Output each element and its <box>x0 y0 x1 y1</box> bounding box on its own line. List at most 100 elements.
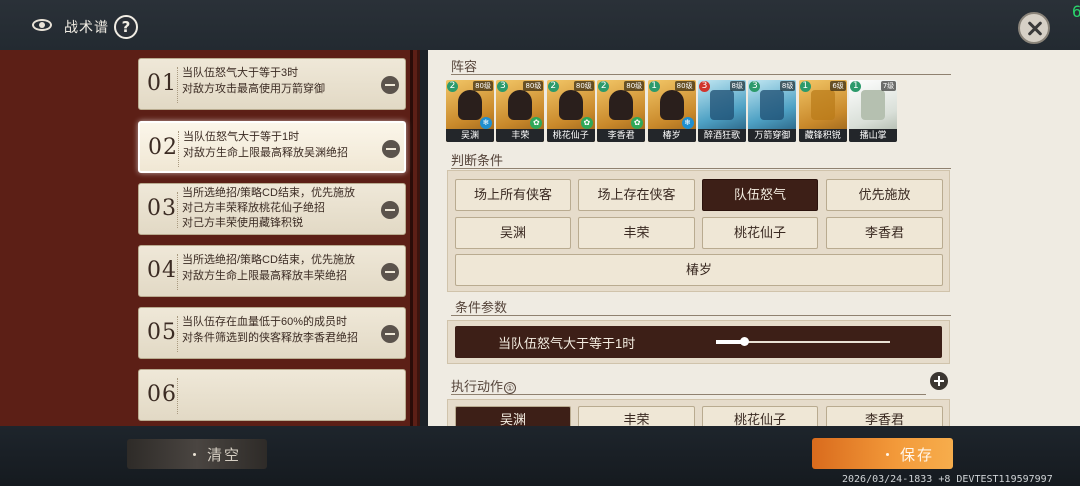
slot-divider <box>177 254 178 290</box>
star-rank-badge: 3 <box>749 81 761 92</box>
decorative-dot <box>193 453 196 456</box>
params-label: 条件参数 <box>455 300 508 315</box>
actions-label-text: 执行动作 <box>451 379 504 394</box>
frost-element-icon: ❄ <box>681 117 694 129</box>
section-divider <box>451 315 951 316</box>
close-icon[interactable] <box>1018 12 1050 44</box>
slot-number: 06 <box>147 382 177 407</box>
character-name: 丰荣 <box>496 129 545 142</box>
condition-option-hero[interactable]: 丰荣 <box>578 217 695 249</box>
eye-icon[interactable] <box>32 19 52 31</box>
slot-description: 当所选绝招/策略CD结束，优先施放 对敌方生命上限最高释放丰荣绝招 <box>182 252 372 284</box>
clear-button-label: 清空 <box>207 447 242 464</box>
condition-option-hero[interactable]: 椿岁 <box>455 254 943 286</box>
action-option-hero[interactable]: 李香君 <box>826 406 943 426</box>
section-divider <box>451 394 926 395</box>
lineup-card[interactable]: 1 6级 藏锋积锐 <box>798 80 847 142</box>
page-title: 战术谱 <box>64 19 109 35</box>
param-value-text: 当队伍怒气大于等于1时 <box>498 336 636 351</box>
action-option-hero[interactable]: 吴渊 <box>455 406 571 426</box>
save-button-label: 保存 <box>900 447 935 464</box>
clear-button[interactable] <box>127 439 267 469</box>
slot-number: 01 <box>147 71 177 96</box>
character-portrait <box>558 90 583 120</box>
build-info: 2026/03/24-1833 +8 DEVTEST119597997 <box>842 474 1053 485</box>
action-option-hero[interactable]: 丰荣 <box>578 406 695 426</box>
lineup-card[interactable]: 2 80级 ❄ 吴渊 <box>446 80 494 142</box>
header: 战术谱 ? 6 <box>0 0 1080 50</box>
actions-label: 执行动作 ① <box>451 376 517 395</box>
lineup-card[interactable]: 3 80级 ✿ 丰荣 <box>496 80 545 142</box>
remove-icon[interactable] <box>381 201 399 219</box>
character-portrait <box>659 90 684 120</box>
remove-icon[interactable] <box>381 76 399 94</box>
character-name: 万箭穿御 <box>748 129 797 142</box>
rage-slider-handle[interactable] <box>739 337 749 346</box>
slot-description: 当队伍存在血量低于60%的成员时 对条件筛选到的侠客释放李香君绝招 <box>182 314 372 346</box>
condition-option-hero[interactable]: 桃花仙子 <box>702 217 818 249</box>
character-portrait <box>810 90 835 120</box>
slot-description: 当队伍怒气大于等于3时 对敌方攻击最高使用万箭穿御 <box>182 65 372 97</box>
lineup-card[interactable]: 3 8级 醉酒狂歌 <box>698 80 746 142</box>
star-rank-badge: 2 <box>547 81 559 92</box>
conditions-label: 判断条件 <box>451 153 504 168</box>
character-portrait <box>760 90 785 120</box>
slot-divider <box>177 192 178 228</box>
character-name: 吴渊 <box>446 129 494 142</box>
remove-icon[interactable] <box>382 140 400 158</box>
tactic-slot-04[interactable]: 04 当所选绝招/策略CD结束，优先施放 对敌方生命上限最高释放丰荣绝招 <box>138 245 406 297</box>
star-rank-badge: 1 <box>648 81 660 92</box>
lineup-card[interactable]: 1 80级 ❄ 椿岁 <box>647 80 696 142</box>
level-label: 8级 <box>729 81 745 91</box>
section-divider <box>451 168 951 169</box>
heal-element-icon: ✿ <box>530 117 543 129</box>
character-portrait <box>710 90 734 120</box>
tactic-slot-06[interactable]: 06 <box>138 369 406 421</box>
slot-number: 03 <box>147 196 177 221</box>
character-portrait <box>458 90 482 120</box>
condition-option-team-rage[interactable]: 队伍怒气 <box>702 179 818 211</box>
level-label: 80级 <box>573 81 594 91</box>
condition-option-any-hero[interactable]: 场上存在侠客 <box>578 179 695 211</box>
slot-number: 02 <box>148 135 178 160</box>
info-icon[interactable]: ① <box>504 381 517 394</box>
slot-divider <box>177 67 178 103</box>
slot-line: 当所选绝招/策略CD结束，优先施放 <box>182 187 355 199</box>
lineup-card[interactable]: 1 7级 播山掌 <box>849 80 898 142</box>
condition-option-hero[interactable]: 吴渊 <box>455 217 571 249</box>
slot-divider <box>177 378 178 414</box>
star-rank-badge: 3 <box>497 81 509 92</box>
slot-line: 对敌方攻击最高使用万箭穿御 <box>182 83 325 95</box>
character-name: 播山掌 <box>849 129 898 142</box>
character-name: 桃花仙子 <box>546 129 595 142</box>
lineup-card[interactable]: 2 80级 ✿ 李香君 <box>597 80 646 142</box>
condition-option-hero[interactable]: 李香君 <box>826 217 943 249</box>
tactic-slot-01[interactable]: 01 当队伍怒气大于等于3时 对敌方攻击最高使用万箭穿御 <box>138 58 406 110</box>
condition-option-all-heroes[interactable]: 场上所有侠客 <box>455 179 571 211</box>
lineup-card[interactable]: 3 8级 万箭穿御 <box>748 80 797 142</box>
remove-icon[interactable] <box>381 263 399 281</box>
slot-line: 对条件筛选到的侠客释放李香君绝招 <box>182 332 358 344</box>
level-label: 6级 <box>830 81 846 91</box>
remove-icon[interactable] <box>381 325 399 343</box>
slot-line: 当所选绝招/策略CD结束，优先施放 <box>182 254 355 266</box>
star-rank-badge: 3 <box>699 81 710 92</box>
character-name: 椿岁 <box>647 129 696 142</box>
tactic-slot-05[interactable]: 05 当队伍存在血量低于60%的成员时 对条件筛选到的侠客释放李香君绝招 <box>138 307 406 359</box>
action-option-hero[interactable]: 桃花仙子 <box>702 406 818 426</box>
slot-line: 对敌方生命上限最高释放吴渊绝招 <box>183 147 348 159</box>
tactic-slot-02[interactable]: 02 当队伍怒气大于等于1时 对敌方生命上限最高释放吴渊绝招 <box>138 121 406 173</box>
slot-number: 04 <box>147 258 177 283</box>
slot-line: 当队伍怒气大于等于3时 <box>182 67 299 79</box>
character-portrait <box>609 90 634 120</box>
tactic-slot-03[interactable]: 03 当所选绝招/策略CD结束，优先施放 对己方丰荣释放桃花仙子绝招 对己方丰荣… <box>138 183 406 235</box>
star-rank-badge: 1 <box>799 81 811 92</box>
lineup-card[interactable]: 2 80级 ✿ 桃花仙子 <box>546 80 595 142</box>
add-icon[interactable] <box>930 372 948 390</box>
frost-element-icon: ❄ <box>480 117 492 129</box>
help-icon[interactable]: ? <box>114 15 138 39</box>
condition-option-priority-cast[interactable]: 优先施放 <box>826 179 943 211</box>
slot-line: 对己方丰荣使用藏锋积锐 <box>182 217 303 229</box>
character-name: 李香君 <box>597 129 646 142</box>
level-label: 80级 <box>674 81 695 91</box>
